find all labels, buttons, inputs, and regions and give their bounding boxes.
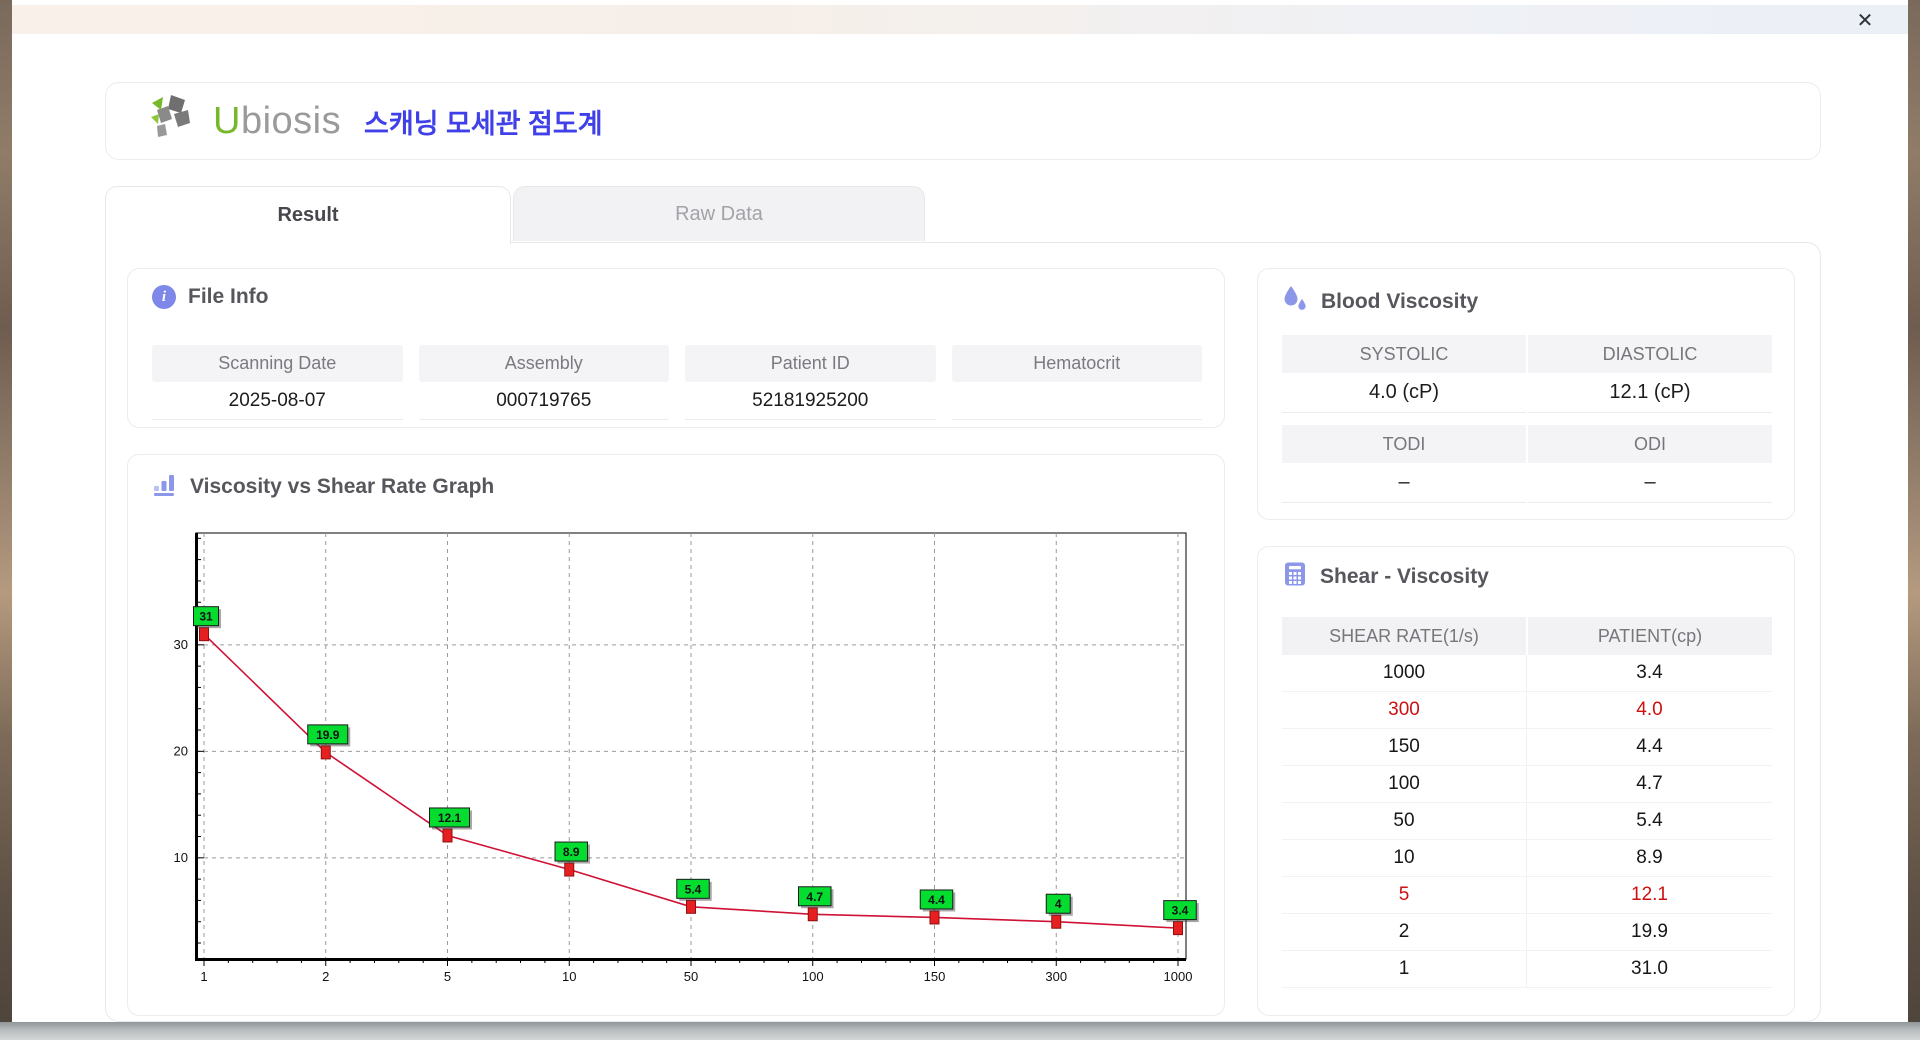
logo-rest: biosis (240, 99, 342, 142)
column-header-patient: PATIENT(cp) (1528, 617, 1772, 655)
table-row: 10 8.9 (1282, 840, 1772, 877)
desktop-wallpaper-right (1908, 0, 1920, 1022)
ubiosis-logo-icon (151, 93, 199, 150)
svg-text:2: 2 (322, 969, 329, 984)
field-patient-id: Patient ID 52181925200 (685, 345, 936, 420)
cell-shear-rate: 5 (1282, 877, 1527, 913)
cell-patient-viscosity: 19.9 (1631, 921, 1668, 942)
metric-label-odi: ODI (1528, 425, 1772, 463)
app-window: ✕ Ubiosis 스캐닝 모세관 점도계 Result Raw Data i … (0, 0, 1920, 1040)
app-title-korean: 스캐닝 모세관 점도계 (364, 108, 603, 139)
calculator-icon (1282, 561, 1308, 592)
svg-text:19.9: 19.9 (316, 728, 340, 742)
file-info-title: File Info (188, 285, 269, 308)
svg-text:8.9: 8.9 (563, 845, 580, 859)
cell-shear-rate: 100 (1282, 766, 1527, 802)
svg-text:10: 10 (562, 969, 576, 984)
cell-patient-viscosity: 3.4 (1636, 662, 1663, 683)
file-info-card: i File Info Scanning Date 2025-08-07 Ass… (127, 268, 1225, 428)
svg-text:4.7: 4.7 (806, 890, 823, 904)
field-label: Scanning Date (152, 345, 403, 382)
metric-label-systolic: SYSTOLIC (1282, 335, 1526, 373)
cell-shear-rate: 1 (1282, 951, 1527, 987)
logo-letter-u: U (213, 99, 241, 142)
field-value: 52181925200 (685, 382, 936, 420)
svg-text:4: 4 (1055, 897, 1062, 911)
tab-raw-data[interactable]: Raw Data (513, 186, 925, 241)
table-row: 1 31.0 (1282, 951, 1772, 988)
cell-patient-viscosity: 5.4 (1636, 810, 1663, 831)
svg-text:12.1: 12.1 (438, 811, 462, 825)
svg-text:30: 30 (174, 637, 188, 652)
table-row: 5 12.1 (1282, 877, 1772, 914)
field-value: 000719765 (418, 382, 669, 420)
blood-viscosity-title: Blood Viscosity (1321, 289, 1479, 313)
tab-result[interactable]: Result (105, 186, 511, 244)
cell-patient-viscosity: 8.9 (1636, 847, 1663, 868)
bar-chart-icon (152, 471, 178, 502)
table-row: 300 4.0 (1282, 692, 1772, 729)
blood-viscosity-card: Blood Viscosity SYSTOLIC DIASTOLIC 4.0 (… (1257, 268, 1795, 520)
svg-text:150: 150 (924, 969, 946, 984)
table-row: 2 19.9 (1282, 914, 1772, 951)
column-header-shear-rate: SHEAR RATE(1/s) (1282, 617, 1526, 655)
desktop-wallpaper-left (0, 0, 12, 1022)
close-icon[interactable]: ✕ (1852, 7, 1878, 33)
shear-table-body: 1000 3.4 300 4.0 150 4.4 100 4.7 50 5.4 10 8.9 5 12.1… (1282, 655, 1772, 988)
info-icon: i (152, 285, 176, 309)
field-value: 2025-08-07 (152, 382, 403, 420)
metric-value-diastolic: 12.1 (cP) (1528, 373, 1772, 413)
shear-viscosity-title: Shear - Viscosity (1320, 564, 1489, 588)
cell-patient-viscosity: 4.0 (1636, 699, 1663, 720)
svg-text:10: 10 (174, 850, 188, 865)
cell-shear-rate: 50 (1282, 803, 1527, 839)
field-assembly: Assembly 000719765 (418, 345, 669, 420)
field-hematocrit: Hematocrit (951, 345, 1202, 420)
svg-text:20: 20 (174, 743, 188, 758)
graph-title: Viscosity vs Shear Rate Graph (190, 474, 495, 498)
field-value (951, 382, 1202, 420)
viscosity-graph-card: Viscosity vs Shear Rate Graph 10 20 30 1 2 5 1… (127, 454, 1225, 1016)
cell-patient-viscosity: 12.1 (1631, 884, 1668, 905)
cell-patient-viscosity: 4.7 (1636, 773, 1663, 794)
brand-header-card: Ubiosis 스캐닝 모세관 점도계 (105, 82, 1821, 160)
shear-viscosity-table: SHEAR RATE(1/s) PATIENT(cp) 1000 3.4 300 4.… (1282, 617, 1772, 988)
svg-text:50: 50 (684, 969, 698, 984)
table-row: 1000 3.4 (1282, 655, 1772, 692)
metric-label-diastolic: DIASTOLIC (1528, 335, 1772, 373)
svg-text:31: 31 (199, 610, 213, 624)
field-label: Assembly (418, 345, 669, 382)
cell-shear-rate: 2 (1282, 914, 1527, 950)
field-scanning-date: Scanning Date 2025-08-07 (152, 345, 403, 420)
table-row: 100 4.7 (1282, 766, 1772, 803)
viscosity-shear-chart: 10 20 30 1 2 5 10 50 100 150 300 1000 31 19.9 12.1 8.9 5… (152, 519, 1202, 1002)
metric-label-todi: TODI (1282, 425, 1526, 463)
metric-value-todi: – (1282, 463, 1526, 503)
svg-text:5.4: 5.4 (685, 882, 702, 896)
cell-shear-rate: 300 (1282, 692, 1527, 728)
droplet-icon (1282, 285, 1309, 318)
shear-viscosity-card: Shear - Viscosity SHEAR RATE(1/s) PATIEN… (1257, 546, 1795, 1016)
metric-value-odi: – (1528, 463, 1772, 503)
ubiosis-logo-text: Ubiosis (213, 100, 341, 143)
field-label: Hematocrit (951, 345, 1202, 382)
cell-patient-viscosity: 4.4 (1636, 736, 1663, 757)
svg-text:1: 1 (200, 969, 207, 984)
cell-shear-rate: 1000 (1282, 655, 1527, 691)
taskbar (0, 1022, 1920, 1040)
table-row: 50 5.4 (1282, 803, 1772, 840)
cell-shear-rate: 10 (1282, 840, 1527, 876)
cell-patient-viscosity: 31.0 (1631, 958, 1668, 979)
svg-text:300: 300 (1045, 969, 1067, 984)
cell-shear-rate: 150 (1282, 729, 1527, 765)
svg-text:100: 100 (802, 969, 824, 984)
svg-text:4.4: 4.4 (928, 893, 945, 907)
window-titlebar: ✕ (12, 5, 1908, 34)
svg-text:5: 5 (444, 969, 451, 984)
svg-text:1000: 1000 (1164, 969, 1193, 984)
field-label: Patient ID (685, 345, 936, 382)
svg-text:3.4: 3.4 (1172, 904, 1189, 918)
metric-value-systolic: 4.0 (cP) (1282, 373, 1526, 413)
table-row: 150 4.4 (1282, 729, 1772, 766)
